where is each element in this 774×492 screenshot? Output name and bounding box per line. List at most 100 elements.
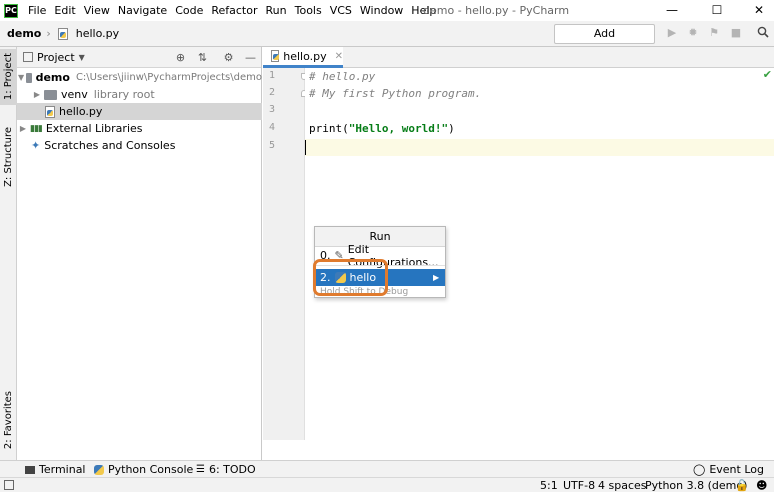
- tab-project-label: 1: Project: [3, 53, 14, 101]
- submenu-arrow-icon[interactable]: ▶: [433, 273, 439, 282]
- menu-file[interactable]: File: [24, 0, 50, 21]
- inspection-ok-icon[interactable]: ✔: [763, 68, 772, 81]
- event-log-label: Event Log: [709, 463, 764, 476]
- tree-item-external-libraries[interactable]: ▶ ▮▮▮ External Libraries: [17, 120, 262, 137]
- code-func: print(: [309, 122, 349, 135]
- current-line-highlight: [305, 139, 774, 156]
- close-tab-icon[interactable]: ✕: [335, 51, 343, 62]
- stop-icon[interactable]: ■: [729, 26, 743, 40]
- python-icon: [334, 272, 346, 283]
- item-prefix: 2.: [320, 271, 331, 284]
- menu-window[interactable]: Window: [356, 0, 407, 21]
- todo-tab[interactable]: ☰ 6: TODO: [196, 461, 256, 478]
- minimize-icon[interactable]: —: [657, 0, 687, 21]
- scratches-icon: ✦: [31, 139, 41, 152]
- toggle-tool-windows-icon[interactable]: [4, 480, 14, 490]
- add-configuration-button[interactable]: Add Configuration...: [554, 24, 655, 58]
- library-icon: ▮▮▮: [30, 123, 43, 134]
- title-bar: PC File Edit View Navigate Code Refactor…: [0, 0, 774, 21]
- event-log-tab[interactable]: ◯ Event Log: [693, 461, 764, 478]
- editor-tab-bar: hello.py ✕: [263, 47, 774, 68]
- window-title: demo - hello.py - PyCharm: [423, 4, 570, 17]
- code-string: "Hello, world!": [348, 122, 449, 135]
- tab-favorites[interactable]: 2: Favorites: [0, 385, 17, 455]
- project-panel: Project ▼ ⊕ ⇅ ⚙ — ▼ demo C:\Users\jiinw\…: [17, 47, 262, 460]
- tree-venv-name: venv: [61, 88, 88, 101]
- pencil-icon: ✎: [334, 249, 344, 262]
- menu-view[interactable]: View: [80, 0, 114, 21]
- menu-refactor[interactable]: Refactor: [207, 0, 261, 21]
- run-popup-hint: Hold Shift to Debug: [320, 287, 409, 296]
- terminal-icon: [25, 465, 35, 474]
- terminal-tab[interactable]: Terminal: [25, 461, 86, 478]
- close-icon[interactable]: ✕: [744, 0, 774, 21]
- collapsed-arrow-icon[interactable]: ▶: [32, 90, 42, 99]
- left-tool-strip: 1: Project Z: Structure 2: Favorites: [0, 47, 17, 460]
- line-number: 3: [268, 104, 275, 115]
- coverage-icon[interactable]: ⚑: [707, 26, 721, 40]
- menu-navigate[interactable]: Navigate: [114, 0, 171, 21]
- menu-bar: File Edit View Navigate Code Refactor Ru…: [24, 0, 440, 21]
- menu-edit[interactable]: Edit: [50, 0, 79, 21]
- run-popup-hello[interactable]: 2. hello ▶: [315, 269, 445, 286]
- bottom-tool-bar: Terminal Python Console ☰ 6: TODO ◯ Even…: [0, 460, 774, 477]
- menu-run[interactable]: Run: [262, 0, 291, 21]
- line-number: 5: [268, 140, 275, 151]
- tree-item-hello-py[interactable]: hello.py: [17, 103, 262, 120]
- breadcrumb-separator: ›: [46, 27, 51, 40]
- python-file-icon: [45, 105, 55, 118]
- expanded-arrow-icon[interactable]: ▼: [18, 73, 24, 82]
- run-popup: Run 0. ✎ Edit Configurations... 2. hello…: [314, 226, 446, 298]
- item-prefix: 0.: [320, 249, 331, 262]
- tree-scratches-label: Scratches and Consoles: [44, 139, 176, 152]
- list-icon: ☰: [196, 464, 205, 475]
- project-panel-title[interactable]: Project: [37, 51, 75, 64]
- breadcrumb-file[interactable]: hello.py: [56, 27, 119, 40]
- project-panel-header: Project ▼ ⊕ ⇅ ⚙ —: [17, 47, 261, 68]
- tree-item-venv[interactable]: ▶ venv library root: [17, 86, 262, 103]
- tab-structure[interactable]: Z: Structure: [0, 125, 17, 189]
- tab-project[interactable]: 1: Project: [0, 49, 17, 105]
- line-number: 2: [268, 87, 275, 98]
- menu-code[interactable]: Code: [171, 0, 207, 21]
- run-popup-edit-configurations[interactable]: 0. ✎ Edit Configurations...: [315, 243, 445, 269]
- tree-item-demo[interactable]: ▼ demo C:\Users\jiinw\PycharmProjects\de…: [17, 69, 262, 86]
- run-icon[interactable]: ▶: [665, 26, 679, 40]
- event-log-icon: ◯: [693, 463, 706, 476]
- indent-setting[interactable]: 4 spaces: [598, 478, 647, 492]
- debug-icon[interactable]: ✹: [686, 26, 700, 40]
- breadcrumb-file-label: hello.py: [75, 27, 120, 40]
- breadcrumb-root[interactable]: demo: [0, 27, 41, 40]
- caret-position[interactable]: 5:1: [540, 478, 558, 492]
- tab-structure-label: Z: Structure: [3, 127, 14, 187]
- python-console-tab[interactable]: Python Console: [94, 461, 193, 478]
- python-interpreter[interactable]: Python 3.8 (demo): [645, 478, 747, 492]
- code-line-1: # hello.py: [309, 70, 376, 83]
- search-icon[interactable]: [756, 26, 770, 40]
- editor-tab-hello-py[interactable]: hello.py ✕: [263, 47, 343, 68]
- lock-icon[interactable]: 🔓: [735, 478, 749, 492]
- chevron-down-icon[interactable]: ▼: [79, 53, 85, 62]
- editor-tab-label: hello.py: [283, 49, 327, 63]
- file-encoding[interactable]: UTF-8: [563, 478, 595, 492]
- python-file-icon: [57, 27, 68, 40]
- menu-tools[interactable]: Tools: [291, 0, 326, 21]
- text-caret: [305, 140, 306, 155]
- tree-item-scratches[interactable]: ✦ Scratches and Consoles: [17, 137, 262, 154]
- collapsed-arrow-icon[interactable]: ▶: [18, 124, 28, 133]
- maximize-icon[interactable]: ☐: [702, 0, 732, 21]
- python-icon: [94, 464, 104, 475]
- inspector-icon[interactable]: ☻: [756, 478, 767, 492]
- tree-root-name: demo: [35, 71, 70, 84]
- collapse-all-icon[interactable]: ⇅: [196, 51, 209, 64]
- code-line-4: print("Hello, world!"): [309, 121, 455, 137]
- todo-label: 6: TODO: [208, 463, 256, 476]
- locate-icon[interactable]: ⊕: [174, 51, 187, 64]
- python-console-label: Python Console: [108, 463, 194, 476]
- tab-favorites-label: 2: Favorites: [3, 390, 14, 450]
- hide-icon[interactable]: —: [244, 51, 257, 64]
- gear-icon[interactable]: ⚙: [222, 51, 235, 64]
- menu-vcs[interactable]: VCS: [326, 0, 356, 21]
- terminal-label: Terminal: [39, 463, 86, 476]
- code-line-2: # My first Python program.: [309, 87, 482, 100]
